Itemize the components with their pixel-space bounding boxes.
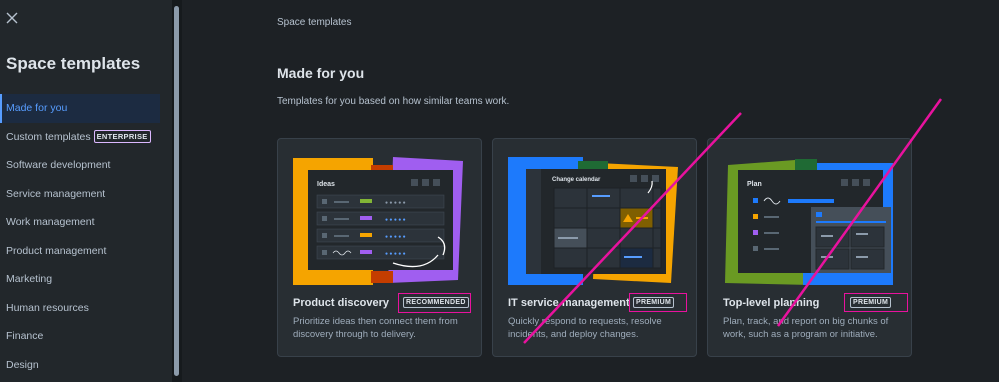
sidebar-item-design[interactable]: Design (0, 351, 160, 380)
sidebar-item-label: Custom templates (6, 130, 91, 143)
sidebar-item-label: Design (6, 358, 39, 371)
sidebar-item-software-development[interactable]: Software development (0, 151, 160, 180)
preview-title: Plan (747, 181, 762, 188)
page-description: Templates for you based on how similar t… (277, 96, 510, 107)
sidebar-item-label: Marketing (6, 273, 53, 286)
card-description: Quickly respond to requests, resolve inc… (508, 316, 662, 340)
annotation-box-premium-planning (844, 293, 908, 312)
card-title: Top-level planning (723, 297, 820, 309)
svg-text:● ● ● ● ●: ● ● ● ● ● (385, 217, 406, 223)
scrollbar-thumb[interactable] (174, 6, 179, 376)
sidebar-item-label: Work management (6, 216, 95, 229)
sidebar-item-label: Software development (6, 159, 111, 172)
template-card-product-discovery[interactable]: Ideas ● ● ● ● ● ● ● ● ● ● ● ● ● ● ● ● ● … (277, 138, 482, 357)
sidebar-item-label: Service management (6, 187, 106, 200)
card-title: Product discovery (293, 297, 389, 309)
svg-text:● ● ● ● ●: ● ● ● ● ● (385, 234, 406, 240)
close-icon[interactable] (5, 11, 19, 25)
sidebar-item-custom-templates[interactable]: Custom templates ENTERPRISE (0, 123, 160, 152)
it-service-management-illustration: Change calendar (508, 157, 678, 285)
template-card-it-service-management[interactable]: Change calendar IT service management PR… (492, 138, 697, 357)
sidebar-item-label: Human resources (6, 301, 89, 314)
preview-title: Ideas (317, 181, 335, 188)
product-discovery-illustration: Ideas ● ● ● ● ● ● ● ● ● ● ● ● ● ● ● ● ● … (293, 157, 463, 285)
sidebar-item-finance[interactable]: Finance (0, 322, 160, 351)
sidebar-item-human-resources[interactable]: Human resources (0, 294, 160, 323)
card-description: Plan, track, and report on big chunks of… (723, 316, 889, 340)
card-title: IT service management (508, 297, 630, 309)
sidebar-item-product-management[interactable]: Product management (0, 237, 160, 266)
sidebar-item-marketing[interactable]: Marketing (0, 265, 160, 294)
sidebar-item-made-for-you[interactable]: Made for you (0, 94, 160, 123)
top-level-planning-illustration: Plan (725, 159, 893, 285)
svg-text:● ● ● ● ●: ● ● ● ● ● (385, 200, 406, 206)
sidebar-item-work-management[interactable]: Work management (0, 208, 160, 237)
svg-text:● ● ● ● ●: ● ● ● ● ● (385, 251, 406, 257)
sidebar-item-label: Product management (6, 244, 107, 257)
preview-title: Change calendar (552, 177, 601, 183)
sidebar-nav: Made for you Custom templates ENTERPRISE … (0, 94, 160, 379)
annotation-box-premium-itsm (629, 293, 687, 312)
breadcrumb[interactable]: Space templates (277, 17, 352, 28)
annotation-box-recommended (398, 293, 471, 313)
sidebar-item-service-management[interactable]: Service management (0, 180, 160, 209)
page-title: Made for you (277, 65, 365, 81)
sidebar: Space templates Made for you Custom temp… (0, 0, 172, 382)
sidebar-item-label: Made for you (6, 102, 68, 115)
card-description: Prioritize ideas then connect them from … (293, 316, 458, 340)
enterprise-badge: ENTERPRISE (93, 130, 151, 144)
sidebar-title: Space templates (6, 54, 141, 73)
template-card-top-level-planning[interactable]: Plan Top-level planning PREMIUM Plan, tr… (707, 138, 912, 357)
sidebar-item-label: Finance (6, 330, 44, 343)
